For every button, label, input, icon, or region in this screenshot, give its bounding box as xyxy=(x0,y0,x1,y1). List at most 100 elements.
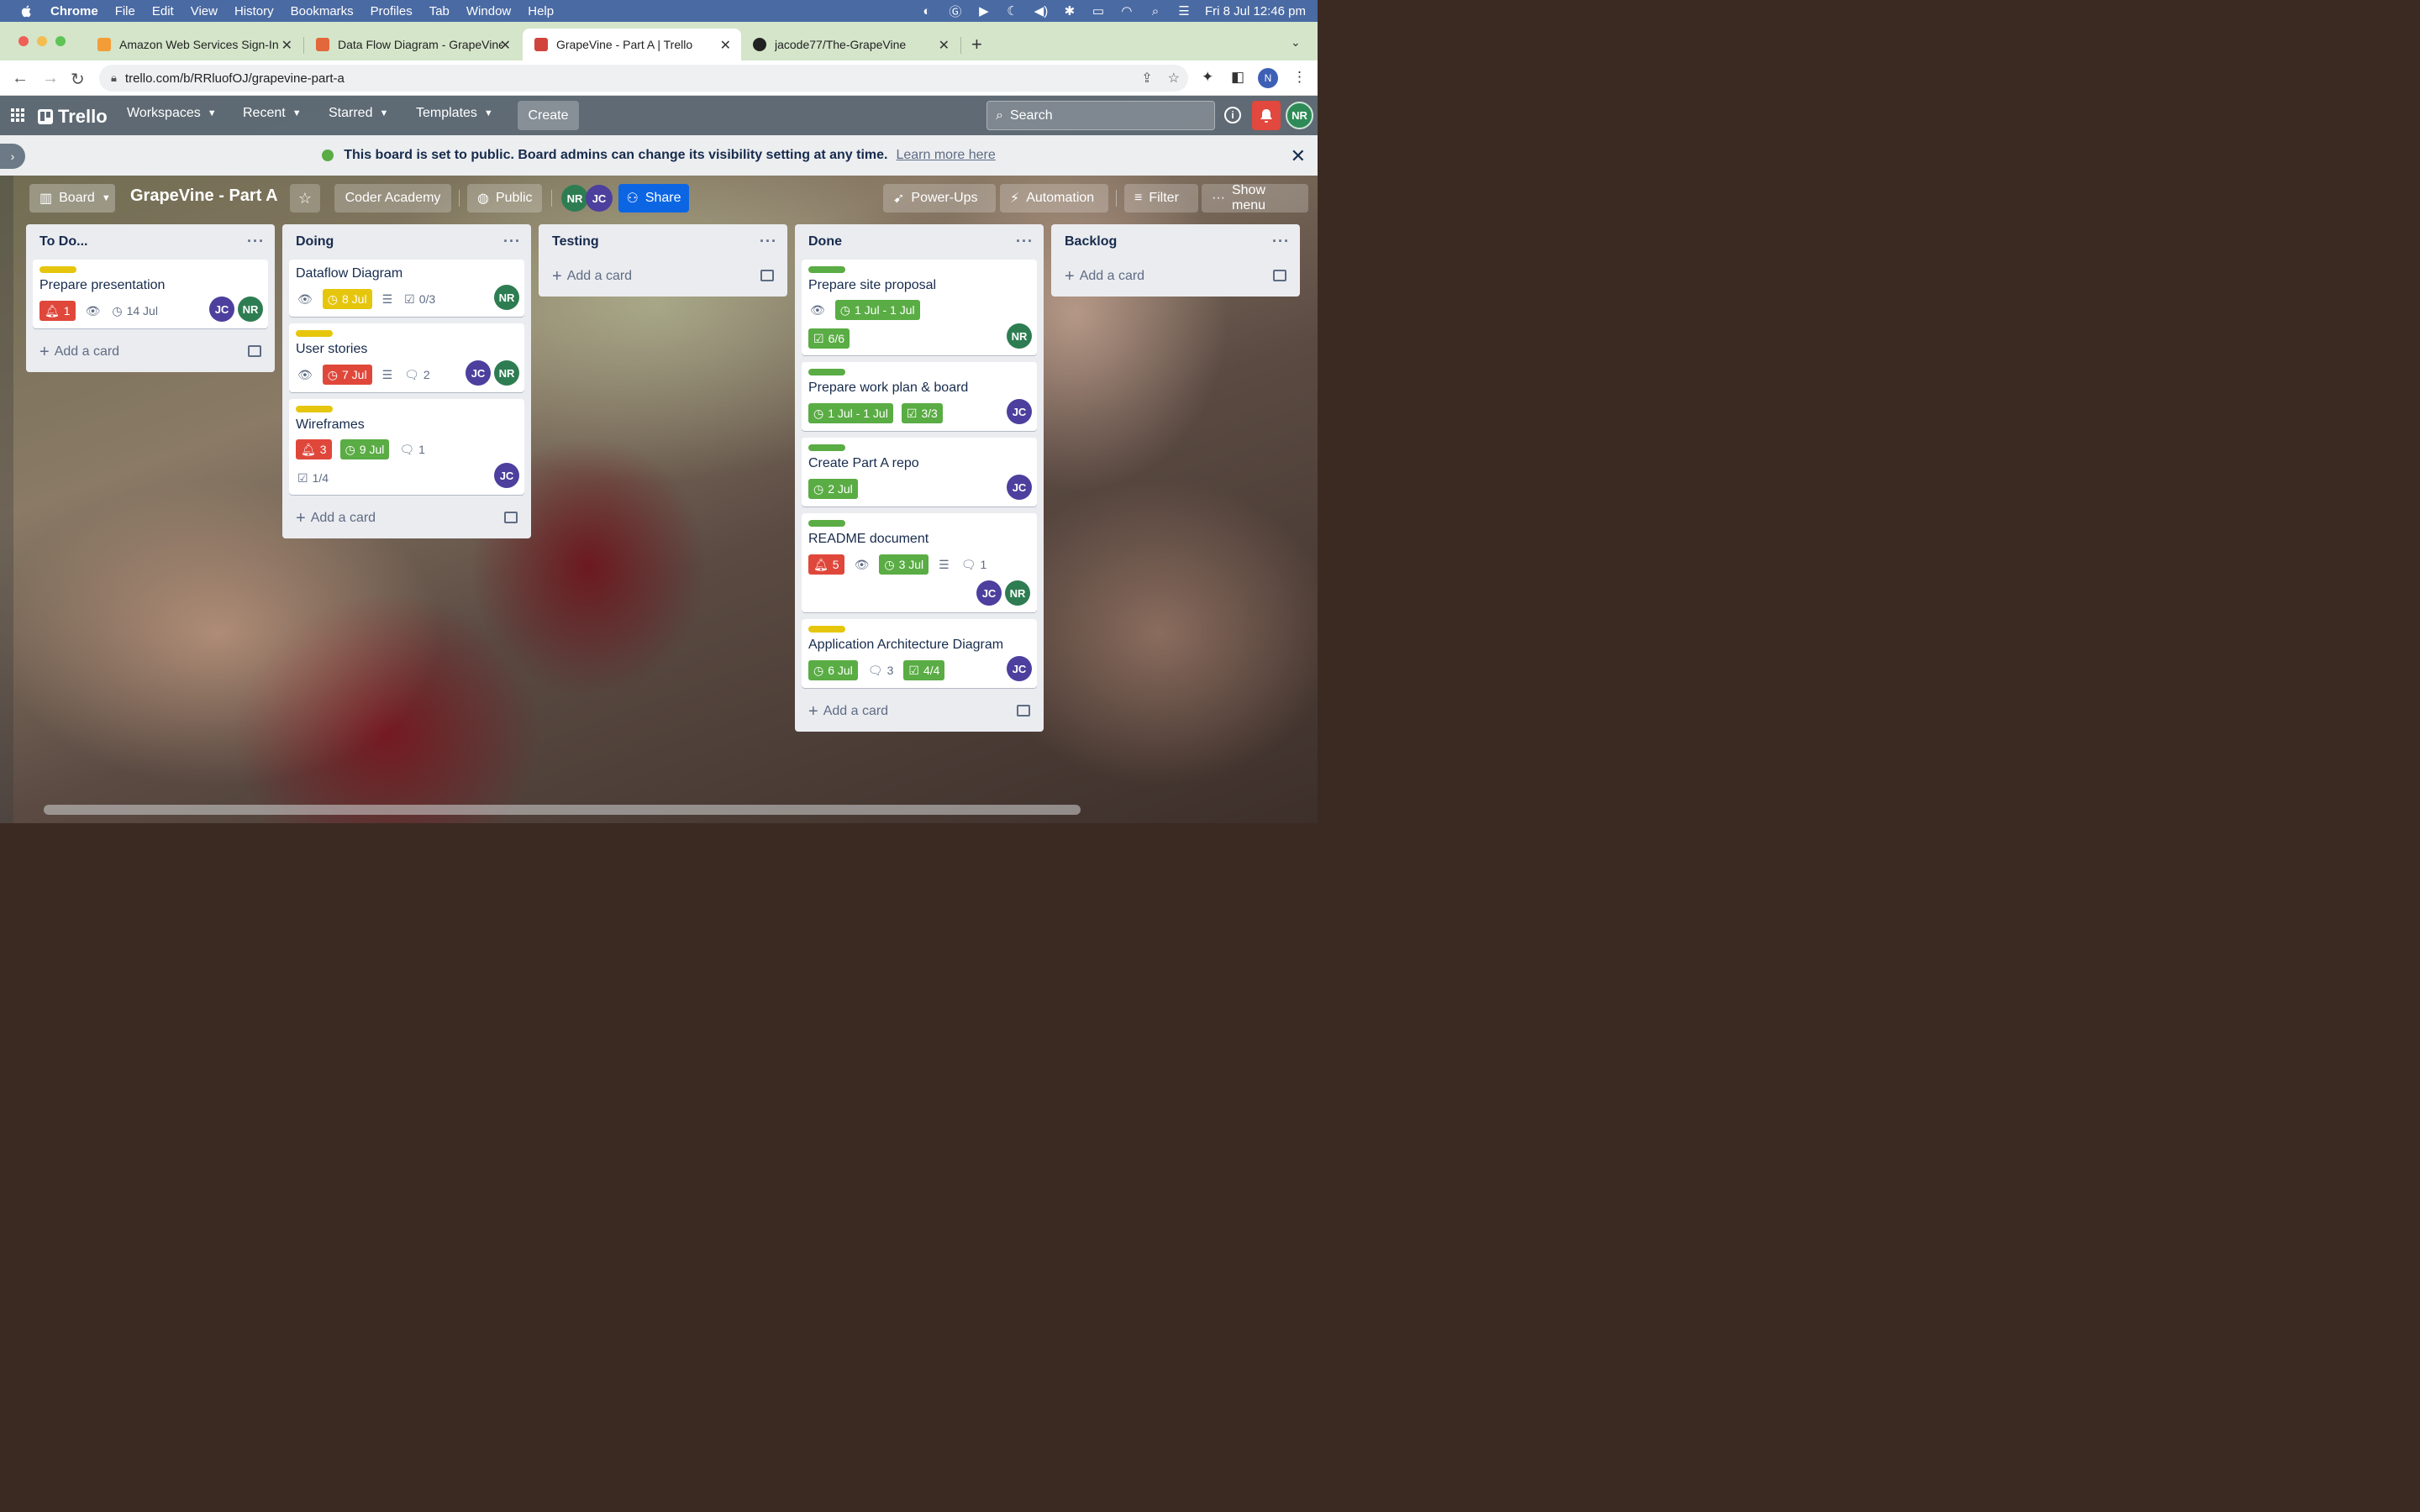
card-badge[interactable]: ◷ 1 Jul - 1 Jul xyxy=(834,300,920,320)
card[interactable]: Wireframes 🔔︎ 3 ◷ 9 Jul 🗨︎ 1 ☑︎ 1/4 JC xyxy=(289,399,524,495)
moon-icon[interactable]: ☾ xyxy=(1005,3,1020,18)
list-title[interactable]: Testing xyxy=(552,234,599,249)
card-title[interactable]: Application Architecture Diagram xyxy=(808,638,1030,653)
card-label[interactable] xyxy=(296,330,333,337)
workspace-button[interactable]: Coder Academy xyxy=(334,184,451,213)
card[interactable]: Prepare site proposal 👁︎ ◷ 1 Jul - 1 Jul ☑︎ 6… xyxy=(802,260,1037,355)
close-tab-icon[interactable]: ✕ xyxy=(500,37,511,54)
list-title[interactable]: Doing xyxy=(296,234,334,249)
card-title[interactable]: Wireframes xyxy=(296,417,518,433)
spotlight-search-icon[interactable]: ⌕ xyxy=(1148,3,1163,18)
board-title[interactable]: GrapeVine - Part A xyxy=(130,186,278,206)
tab-github[interactable]: jacode77/The-GrapeVine ✕ xyxy=(741,29,960,60)
card[interactable]: Prepare work plan & board ◷ 1 Jul - 1 Jul ☑… xyxy=(802,362,1037,431)
board-member-avatar[interactable]: NR xyxy=(561,185,588,212)
card-label[interactable] xyxy=(39,266,76,273)
card-template-icon[interactable] xyxy=(1273,270,1286,281)
forward-arrow-icon[interactable]: → xyxy=(42,69,59,88)
card-badge[interactable]: ◷ 8 Jul xyxy=(322,289,372,309)
zoom-window-button[interactable] xyxy=(55,36,66,46)
user-avatar[interactable]: NR xyxy=(1286,102,1313,129)
member-avatar[interactable]: JC xyxy=(209,297,234,322)
card-label[interactable] xyxy=(808,444,845,451)
address-bar[interactable]: 🔒︎ trello.com/b/RRluofOJ/grapevine-part-… xyxy=(99,65,1188,92)
list-header[interactable]: Testing ··· xyxy=(539,224,787,260)
card[interactable]: Application Architecture Diagram ◷ 6 Jul 🗨︎… xyxy=(802,619,1037,688)
side-panel-icon[interactable]: ◧ xyxy=(1231,69,1244,86)
wifi-icon[interactable]: ◠ xyxy=(1119,3,1134,18)
filter-button[interactable]: ≡ Filter xyxy=(1124,184,1198,213)
automation-button[interactable]: ⚡︎ Automation xyxy=(1000,184,1108,213)
bluetooth-icon[interactable]: ✱ xyxy=(1062,3,1077,18)
member-avatar[interactable]: NR xyxy=(494,360,519,386)
board-view-switcher[interactable]: ▥ Board ▼ xyxy=(29,184,115,213)
card-title[interactable]: README document xyxy=(808,532,1030,547)
apple-icon[interactable] xyxy=(20,4,34,18)
board-member-avatar[interactable]: JC xyxy=(586,185,613,212)
templates-menu[interactable]: Templates ▼ xyxy=(416,106,493,121)
add-card-button[interactable]: + Add a card xyxy=(33,335,268,369)
card[interactable]: Create Part A repo ◷ 2 Jul JC xyxy=(802,438,1037,507)
list-actions-icon[interactable]: ··· xyxy=(1016,233,1034,250)
list-header[interactable]: Backlog ··· xyxy=(1051,224,1300,260)
list-header[interactable]: Done ··· xyxy=(795,224,1044,260)
recent-menu[interactable]: Recent ▼ xyxy=(243,106,302,121)
list-header[interactable]: To Do... ··· xyxy=(26,224,275,260)
close-tab-icon[interactable]: ✕ xyxy=(720,37,731,54)
member-avatar[interactable]: NR xyxy=(1005,580,1030,606)
starred-menu[interactable]: Starred ▼ xyxy=(329,106,388,121)
member-avatar[interactable]: JC xyxy=(1007,475,1032,500)
member-avatar[interactable]: JC xyxy=(976,580,1002,606)
create-button[interactable]: Create xyxy=(518,101,579,130)
card[interactable]: README document 🔔︎ 5 👁︎ ◷ 3 Jul ☰ 🗨︎ 1 JC NR xyxy=(802,513,1037,612)
card-title[interactable]: Prepare site proposal xyxy=(808,278,1030,293)
search-input[interactable]: ⌕ Search xyxy=(986,101,1215,130)
list-title[interactable]: Done xyxy=(808,234,842,249)
lock-icon[interactable]: 🔒︎ xyxy=(111,71,117,85)
card-title[interactable]: Prepare work plan & board xyxy=(808,381,1030,396)
show-menu-button[interactable]: ··· Show menu xyxy=(1202,183,1308,213)
card-label[interactable] xyxy=(808,369,845,375)
list-actions-icon[interactable]: ··· xyxy=(1272,233,1290,250)
card-label[interactable] xyxy=(808,266,845,273)
bookmark-star-icon[interactable]: ☆ xyxy=(1168,70,1180,87)
card[interactable]: User stories 👁︎ ◷ 7 Jul ☰ 🗨︎ 2 JC NR xyxy=(289,323,524,392)
member-avatar[interactable]: NR xyxy=(494,285,519,310)
menu-profiles[interactable]: Profiles xyxy=(371,4,413,18)
card-badge[interactable]: ◷ 14 Jul xyxy=(110,301,160,321)
expand-sidebar-button[interactable]: › xyxy=(0,144,25,169)
extensions-puzzle-icon[interactable]: ✦ xyxy=(1202,69,1213,86)
card-title[interactable]: User stories xyxy=(296,342,518,357)
minimize-window-button[interactable] xyxy=(37,36,47,46)
member-avatar[interactable]: JC xyxy=(466,360,491,386)
add-card-button[interactable]: + Add a card xyxy=(802,695,1037,728)
card-label[interactable] xyxy=(808,520,845,527)
tab-search-chevron-icon[interactable]: ⌄ xyxy=(1291,35,1301,50)
menu-window[interactable]: Window xyxy=(466,4,511,18)
member-avatar[interactable]: NR xyxy=(1007,323,1032,349)
tab-trello-active[interactable]: GrapeVine - Part A | Trello ✕ xyxy=(523,29,741,60)
card-badge[interactable]: ◷ 1 Jul - 1 Jul xyxy=(808,403,893,423)
grammarly-icon[interactable]: Ⓖ xyxy=(948,3,963,19)
card-template-icon[interactable] xyxy=(1017,705,1030,717)
card-label[interactable] xyxy=(296,406,333,412)
card-title[interactable]: Prepare presentation xyxy=(39,278,261,293)
card[interactable]: Dataflow Diagram 👁︎ ◷ 8 Jul ☰ ☑︎ 0/3 NR xyxy=(289,260,524,317)
card[interactable]: Prepare presentation 🔔︎ 1 👁︎ ◷ 14 Jul JC NR xyxy=(33,260,268,328)
list-actions-icon[interactable]: ··· xyxy=(760,233,777,250)
card-badge[interactable]: ◷ 6 Jul xyxy=(808,660,858,680)
add-card-button[interactable]: + Add a card xyxy=(289,501,524,535)
card-title[interactable]: Dataflow Diagram xyxy=(296,266,518,281)
close-window-button[interactable] xyxy=(18,36,29,46)
trello-logo[interactable]: Trello xyxy=(38,106,108,128)
card-template-icon[interactable] xyxy=(760,270,774,281)
tab-data-flow-diagram[interactable]: Data Flow Diagram - GrapeVine ✕ xyxy=(304,29,521,60)
list-actions-icon[interactable]: ··· xyxy=(503,233,521,250)
star-board-button[interactable]: ☆ xyxy=(290,184,320,213)
close-tab-icon[interactable]: ✕ xyxy=(939,37,950,54)
menubar-clock[interactable]: Fri 8 Jul 12:46 pm xyxy=(1205,4,1306,18)
list-title[interactable]: Backlog xyxy=(1065,234,1117,249)
menu-help[interactable]: Help xyxy=(528,4,554,18)
member-avatar[interactable]: JC xyxy=(1007,656,1032,681)
share-page-icon[interactable]: ⇪ xyxy=(1141,70,1152,87)
